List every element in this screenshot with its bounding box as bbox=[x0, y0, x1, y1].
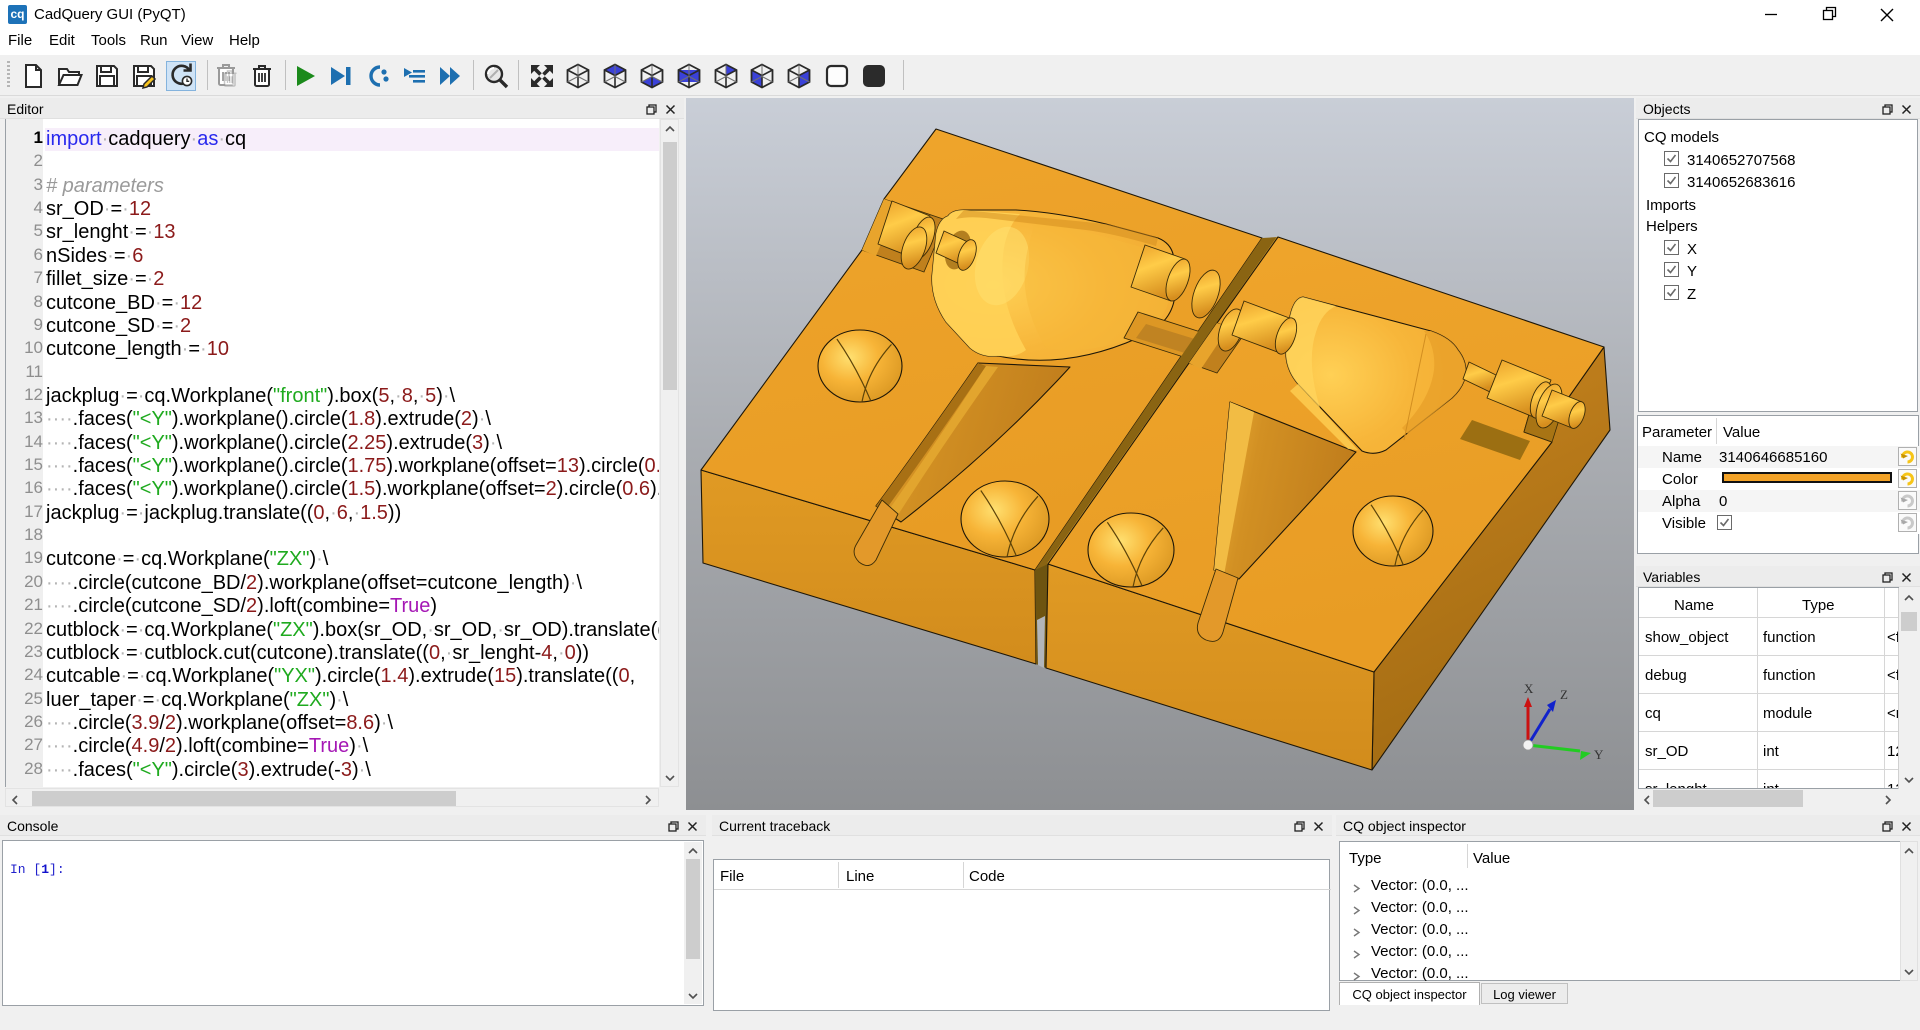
svg-text:X: X bbox=[1524, 681, 1534, 696]
svg-text:Z: Z bbox=[1560, 687, 1568, 702]
svg-text:Y: Y bbox=[1594, 747, 1604, 762]
